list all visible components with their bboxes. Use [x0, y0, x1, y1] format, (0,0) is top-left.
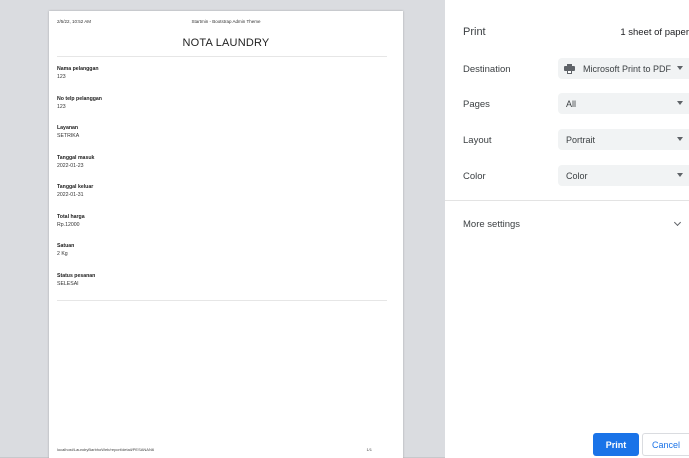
- destination-value: Microsoft Print to PDF: [583, 63, 672, 74]
- field-tanggal-keluar: Tanggal keluar 2022-01-31: [57, 184, 387, 214]
- field-value: 123: [57, 103, 66, 110]
- field-value: 123: [57, 74, 66, 80]
- sheet-count: 1 sheet of paper: [620, 27, 689, 38]
- dropdown-arrow-icon: [677, 101, 683, 105]
- field-no-telp: No telp pelanggan 123: [57, 96, 387, 126]
- cancel-button[interactable]: Cancel: [642, 433, 689, 456]
- field-label: Tanggal masuk: [57, 154, 95, 161]
- dropdown-arrow-icon: [677, 173, 683, 177]
- field-label: Layanan: [57, 125, 79, 131]
- field-nama-pelanggan: Nama pelanggan 123: [57, 66, 387, 96]
- color-label: Color: [463, 171, 486, 182]
- print-preview-area: 2/5/22, 10:52 AM Startmin - Bootstrap Ad…: [0, 0, 445, 458]
- dropdown-arrow-icon: [677, 137, 683, 141]
- layout-label: Layout: [463, 135, 492, 146]
- layout-select[interactable]: Portrait: [558, 129, 689, 150]
- print-title: Print: [463, 26, 486, 38]
- field-label: Nama pelanggan: [57, 66, 99, 72]
- page-footer-url: localhost/LaundryBarbhoWeb/report/detail…: [57, 447, 155, 452]
- field-label: Satuan: [57, 243, 75, 249]
- field-value: SELESAI: [57, 280, 79, 287]
- printer-icon: [564, 63, 575, 74]
- field-tanggal-masuk: Tanggal masuk 2022-01-23: [57, 155, 387, 185]
- field-status-pesanan: Status pesanan SELESAI: [57, 273, 387, 303]
- print-settings-panel: Print 1 sheet of paper Destination Micro…: [445, 0, 689, 458]
- layout-value: Portrait: [566, 134, 596, 145]
- color-value: Color: [566, 170, 588, 181]
- receipt-fields: Nama pelanggan 123 No telp pelanggan 123…: [57, 66, 387, 302]
- field-value: SETRIKA: [57, 133, 80, 139]
- field-value: 2 Kg: [57, 251, 68, 257]
- content-divider: [57, 300, 387, 301]
- chevron-down-icon[interactable]: [673, 218, 682, 227]
- field-label: Status pesanan: [57, 272, 96, 279]
- preview-page: 2/5/22, 10:52 AM Startmin - Bootstrap Ad…: [49, 11, 403, 458]
- pages-select[interactable]: All: [558, 93, 689, 114]
- pages-label: Pages: [463, 99, 490, 110]
- field-value: 2022-01-31: [57, 192, 84, 198]
- field-value: Rp.12000: [57, 221, 80, 228]
- destination-label: Destination: [463, 64, 511, 75]
- field-value: 2022-01-23: [57, 162, 84, 169]
- field-label: Total harga: [57, 213, 85, 220]
- print-button[interactable]: Print: [593, 433, 639, 456]
- destination-select[interactable]: Microsoft Print to PDF: [558, 58, 689, 79]
- more-settings-toggle[interactable]: More settings: [463, 219, 520, 230]
- field-layanan: Layanan SETRIKA: [57, 125, 387, 155]
- field-satuan: Satuan 2 Kg: [57, 243, 387, 273]
- page-footer-number: 1/1: [366, 447, 372, 452]
- settings-divider: [445, 200, 689, 201]
- dropdown-arrow-icon: [677, 66, 683, 70]
- field-label: No telp pelanggan: [57, 95, 102, 102]
- page-header-title: Startmin - Bootstrap Admin Theme: [191, 19, 261, 24]
- field-total-harga: Total harga Rp.12000: [57, 214, 387, 244]
- color-select[interactable]: Color: [558, 165, 689, 186]
- title-divider: [57, 56, 387, 57]
- document-title: NOTA LAUNDRY: [182, 37, 270, 49]
- pages-value: All: [566, 98, 577, 109]
- field-label: Tanggal keluar: [57, 184, 94, 190]
